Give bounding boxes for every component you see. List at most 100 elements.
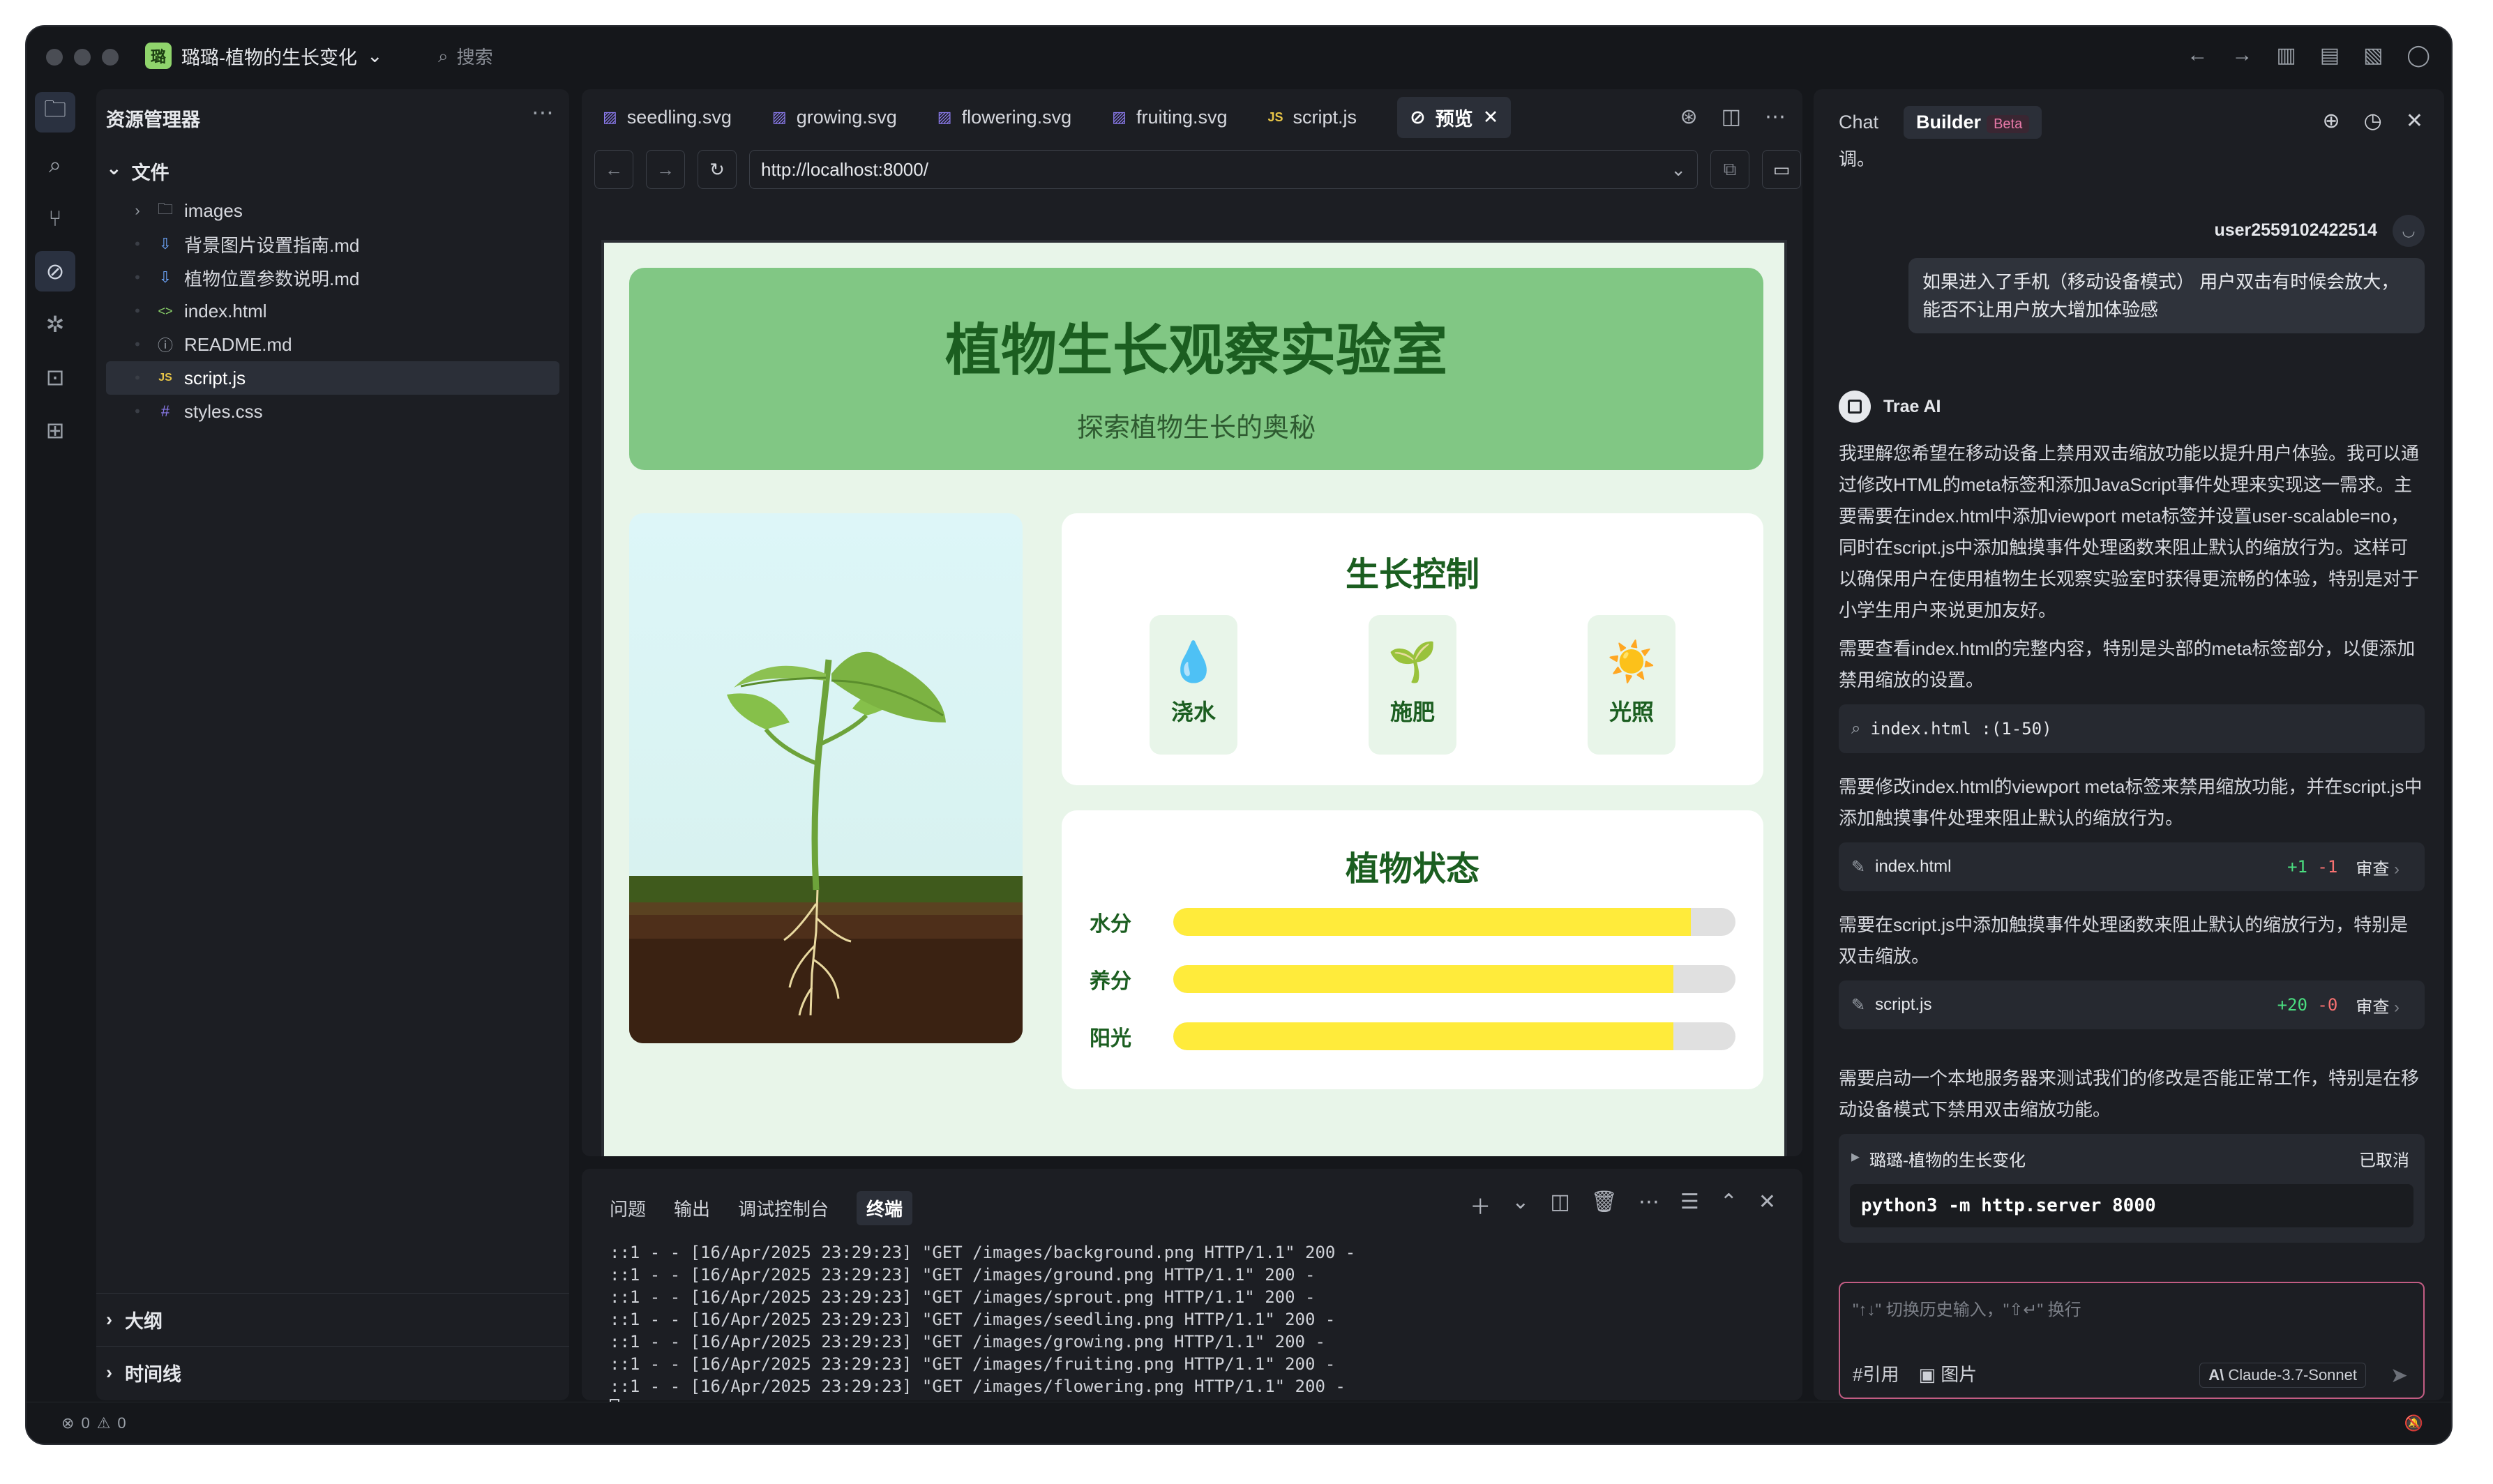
run-icon[interactable]: ⊡ (35, 357, 75, 397)
tab-flowering-svg[interactable]: ▨ flowering.svg (937, 107, 1071, 128)
light-button[interactable]: ☀️ 光照 (1588, 615, 1675, 755)
chevron-right-icon: › (106, 1362, 112, 1383)
add-terminal-icon[interactable]: ＋ (1470, 1190, 1491, 1220)
tree-item-images[interactable]: › 🗀 images (96, 194, 569, 227)
warning-icon[interactable]: ⚠ (97, 1414, 111, 1432)
chevron-up-icon[interactable]: ⌃ (1720, 1190, 1738, 1220)
debug-icon[interactable]: ✲ (35, 304, 75, 344)
tab-output[interactable]: 输出 (674, 1195, 710, 1225)
ai-paragraph: 需要查看index.html的完整内容，特别是头部的meta标签部分，以便添加禁… (1839, 638, 2416, 690)
file-tree: › 🗀 images • ⇩ 背景图片设置指南.md • ⇩ 植物位置参数说明.… (96, 194, 569, 428)
status-bar (1173, 965, 1735, 993)
chat-input[interactable]: "↑↓" 切换历史输入，"⇧↵" 换行 #引用 ▣ 图片 A\ Claude-3… (1839, 1282, 2425, 1399)
forward-button[interactable]: → (646, 150, 685, 189)
water-button[interactable]: 💧 浇水 (1150, 615, 1237, 755)
folder-header[interactable]: ⌄ 文件 (106, 158, 170, 185)
send-icon[interactable]: ➤ (2390, 1363, 2408, 1388)
tab-terminal[interactable]: 终端 (857, 1191, 913, 1225)
file-reference-card[interactable]: ⌕ index.html :(1-50) (1839, 704, 2425, 753)
zoom-light[interactable] (102, 49, 119, 66)
history-icon[interactable]: ◷ (2364, 109, 2382, 133)
terminal-output[interactable]: ::1 - - [16/Apr/2025 23:29:23] "GET /ima… (610, 1241, 1355, 1420)
toggle-sidebar-icon[interactable]: ▥ (2276, 43, 2296, 68)
tab-seedling-svg[interactable]: ▨ seedling.svg (603, 107, 732, 128)
css-icon: # (160, 402, 170, 420)
tab-builder[interactable]: Builder Beta (1904, 106, 2042, 139)
tree-item-position-doc[interactable]: • ⇩ 植物位置参数说明.md (96, 261, 569, 294)
close-icon[interactable]: ✕ (2406, 109, 2423, 133)
chevron-down-icon[interactable]: ⌄ (1671, 159, 1686, 181)
more-icon[interactable]: ⋯ (532, 99, 554, 126)
more-icon[interactable]: ⋯ (1639, 1190, 1659, 1220)
tree-item-styles-css[interactable]: • # styles.css (96, 395, 569, 428)
command-search[interactable]: ⌕ 搜索 (438, 43, 493, 69)
close-light[interactable] (46, 49, 63, 66)
project-switcher[interactable]: 璐 璐璐-植物的生长变化 ⌄ (145, 42, 383, 70)
timeline-section[interactable]: › 时间线 (96, 1346, 569, 1399)
trash-icon[interactable]: 🗑 (1591, 1190, 1618, 1220)
extensions-icon[interactable]: ⊞ (35, 410, 75, 450)
status-row-water: 水分 (1090, 908, 1738, 936)
fertilize-button[interactable]: 🌱 施肥 (1369, 615, 1456, 755)
editor-tabs: ▨ seedling.svg ▨ growing.svg ▨ flowering.sv… (582, 89, 1802, 145)
new-chat-icon[interactable]: ⊕ (2323, 109, 2340, 133)
tree-item-script-js[interactable]: • JS script.js (106, 361, 559, 395)
tab-debug-console[interactable]: 调试控制台 (738, 1195, 829, 1225)
more-icon[interactable]: ⋯ (1765, 105, 1786, 129)
tab-preview[interactable]: ⊘ 预览 ✕ (1397, 96, 1512, 138)
status-fill (1173, 908, 1691, 936)
tab-problems[interactable]: 问题 (610, 1195, 646, 1225)
split-terminal-icon[interactable]: ◫ (1550, 1190, 1569, 1220)
lines-added: +20 (2277, 995, 2307, 1015)
toggle-aux-sidebar-icon[interactable]: ▧ (2363, 43, 2383, 68)
cite-button[interactable]: #引用 (1853, 1361, 1899, 1386)
edit-card-script-js[interactable]: ✎ script.js +20 -0 审查 › (1839, 980, 2425, 1029)
chevron-down-icon[interactable]: ⌄ (1512, 1190, 1529, 1220)
explorer-icon[interactable]: 🗀 (35, 92, 75, 132)
source-control-icon[interactable]: ⑂ (35, 198, 75, 238)
split-editor-icon[interactable]: ◫ (1722, 105, 1741, 129)
compass-icon[interactable]: ⊛ (1680, 105, 1698, 129)
settings-icon[interactable]: ☰ (1680, 1190, 1699, 1220)
url-input[interactable]: http://localhost:8000/ ⌄ (749, 150, 1698, 189)
tree-item-bg-guide[interactable]: • ⇩ 背景图片设置指南.md (96, 227, 569, 261)
device-mode-button[interactable]: ▭ (1762, 150, 1801, 189)
tree-item-index-html[interactable]: • <> index.html (96, 294, 569, 328)
review-button[interactable]: 审查 › (2356, 993, 2400, 1017)
close-icon[interactable]: ✕ (1758, 1190, 1776, 1220)
search-label: 搜索 (456, 47, 493, 68)
page-title: 植物生长观察实验室 (945, 318, 1447, 383)
tree-item-readme[interactable]: • ⓘ README.md (96, 328, 569, 361)
chevron-down-icon: ⌄ (367, 45, 383, 66)
back-button[interactable]: ← (594, 150, 633, 189)
outline-section[interactable]: › 大纲 (96, 1293, 569, 1346)
notifications-off-icon[interactable]: 🔕 (2404, 1414, 2423, 1432)
chevron-right-icon: › (106, 1309, 112, 1330)
chat-actions: ⊕ ◷ ✕ (2323, 109, 2423, 133)
tab-fruiting-svg[interactable]: ▨ fruiting.svg (1112, 107, 1227, 128)
error-icon[interactable]: ⊗ (61, 1414, 74, 1432)
search-icon[interactable]: ⌕ (35, 145, 75, 186)
model-selector[interactable]: A\ Claude-3.7-Sonnet (2199, 1363, 2366, 1388)
remote-icon[interactable]: ⊘ (35, 251, 75, 292)
forward-arrow-icon[interactable]: → (2231, 43, 2252, 68)
review-button[interactable]: 审查 › (2356, 855, 2400, 879)
status-bar (1173, 908, 1735, 936)
terminal-card-header: ▸ 璐璐-植物的生长变化 (1851, 1146, 2026, 1171)
back-arrow-icon[interactable]: ← (2187, 43, 2208, 68)
toggle-panel-icon[interactable]: ▤ (2320, 43, 2340, 68)
tree-item-label: script.js (184, 367, 246, 388)
minimize-light[interactable] (74, 49, 91, 66)
reload-button[interactable]: ↻ (698, 150, 737, 189)
account-icon[interactable]: ◯ (2407, 43, 2430, 68)
tab-chat[interactable]: Chat (1839, 112, 1878, 133)
close-icon[interactable]: ✕ (1483, 107, 1499, 128)
window-controls[interactable] (46, 49, 119, 66)
status-fill (1173, 965, 1674, 993)
tab-script-js[interactable]: JS script.js (1268, 107, 1357, 128)
image-button[interactable]: ▣ 图片 (1918, 1361, 1977, 1386)
tab-growing-svg[interactable]: ▨ growing.svg (772, 107, 897, 128)
edit-card-index-html[interactable]: ✎ index.html +1 -1 审查 › (1839, 842, 2425, 891)
status-bar (1173, 1022, 1735, 1050)
open-external-button[interactable]: ⧉ (1710, 150, 1749, 189)
